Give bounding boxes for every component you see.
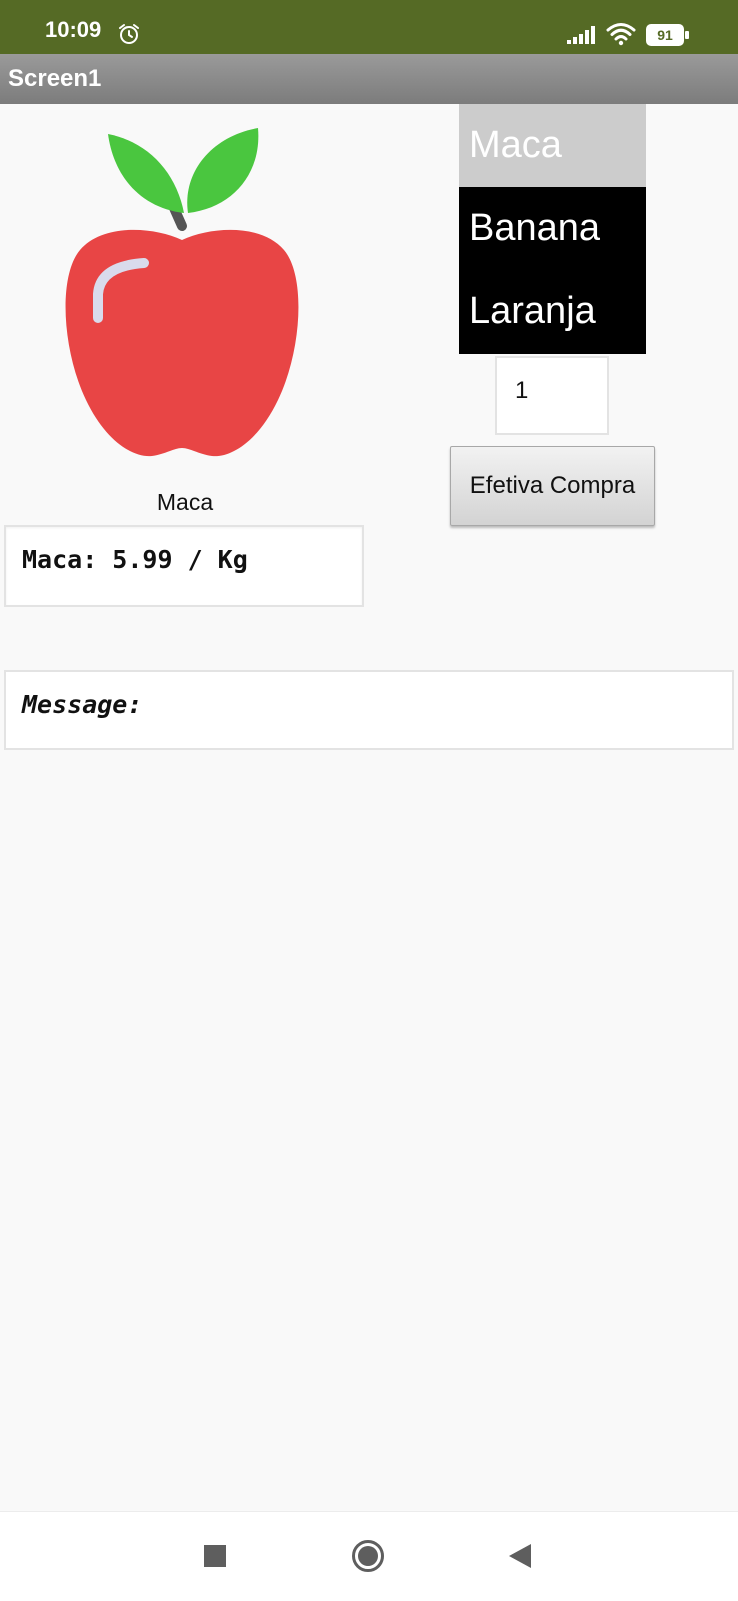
- apple-icon: [65, 128, 299, 457]
- list-item-banana[interactable]: Banana: [459, 187, 646, 270]
- quantity-input[interactable]: 1: [495, 356, 609, 435]
- battery-icon: 91: [646, 24, 690, 46]
- efetiva-compra-button[interactable]: Efetiva Compra: [450, 446, 655, 526]
- back-icon[interactable]: [507, 1542, 533, 1570]
- status-bar: 10:09 91: [0, 0, 738, 54]
- app-bar: Screen1: [0, 54, 738, 104]
- message-text: Message:: [22, 690, 143, 719]
- app-title: Screen1: [8, 65, 102, 92]
- list-item-maca[interactable]: Maca: [459, 104, 646, 187]
- message-textbox[interactable]: Message:: [4, 670, 734, 750]
- home-icon[interactable]: [351, 1539, 385, 1573]
- quantity-value: 1: [515, 377, 529, 404]
- alarm-icon: [119, 24, 139, 44]
- fruit-list: Maca Banana Laranja: [459, 104, 646, 354]
- price-text: Maca: 5.99 / Kg: [22, 545, 248, 574]
- wifi-icon: [606, 23, 636, 46]
- status-time: 10:09: [45, 17, 102, 42]
- signal-icon: [567, 26, 595, 44]
- recent-apps-icon[interactable]: [204, 1545, 226, 1567]
- battery-level: 91: [657, 27, 673, 43]
- navigation-bar: [0, 1511, 738, 1601]
- price-textbox[interactable]: Maca: 5.99 / Kg: [4, 525, 364, 607]
- list-item-laranja[interactable]: Laranja: [459, 270, 646, 353]
- product-name-label: Maca: [156, 489, 214, 515]
